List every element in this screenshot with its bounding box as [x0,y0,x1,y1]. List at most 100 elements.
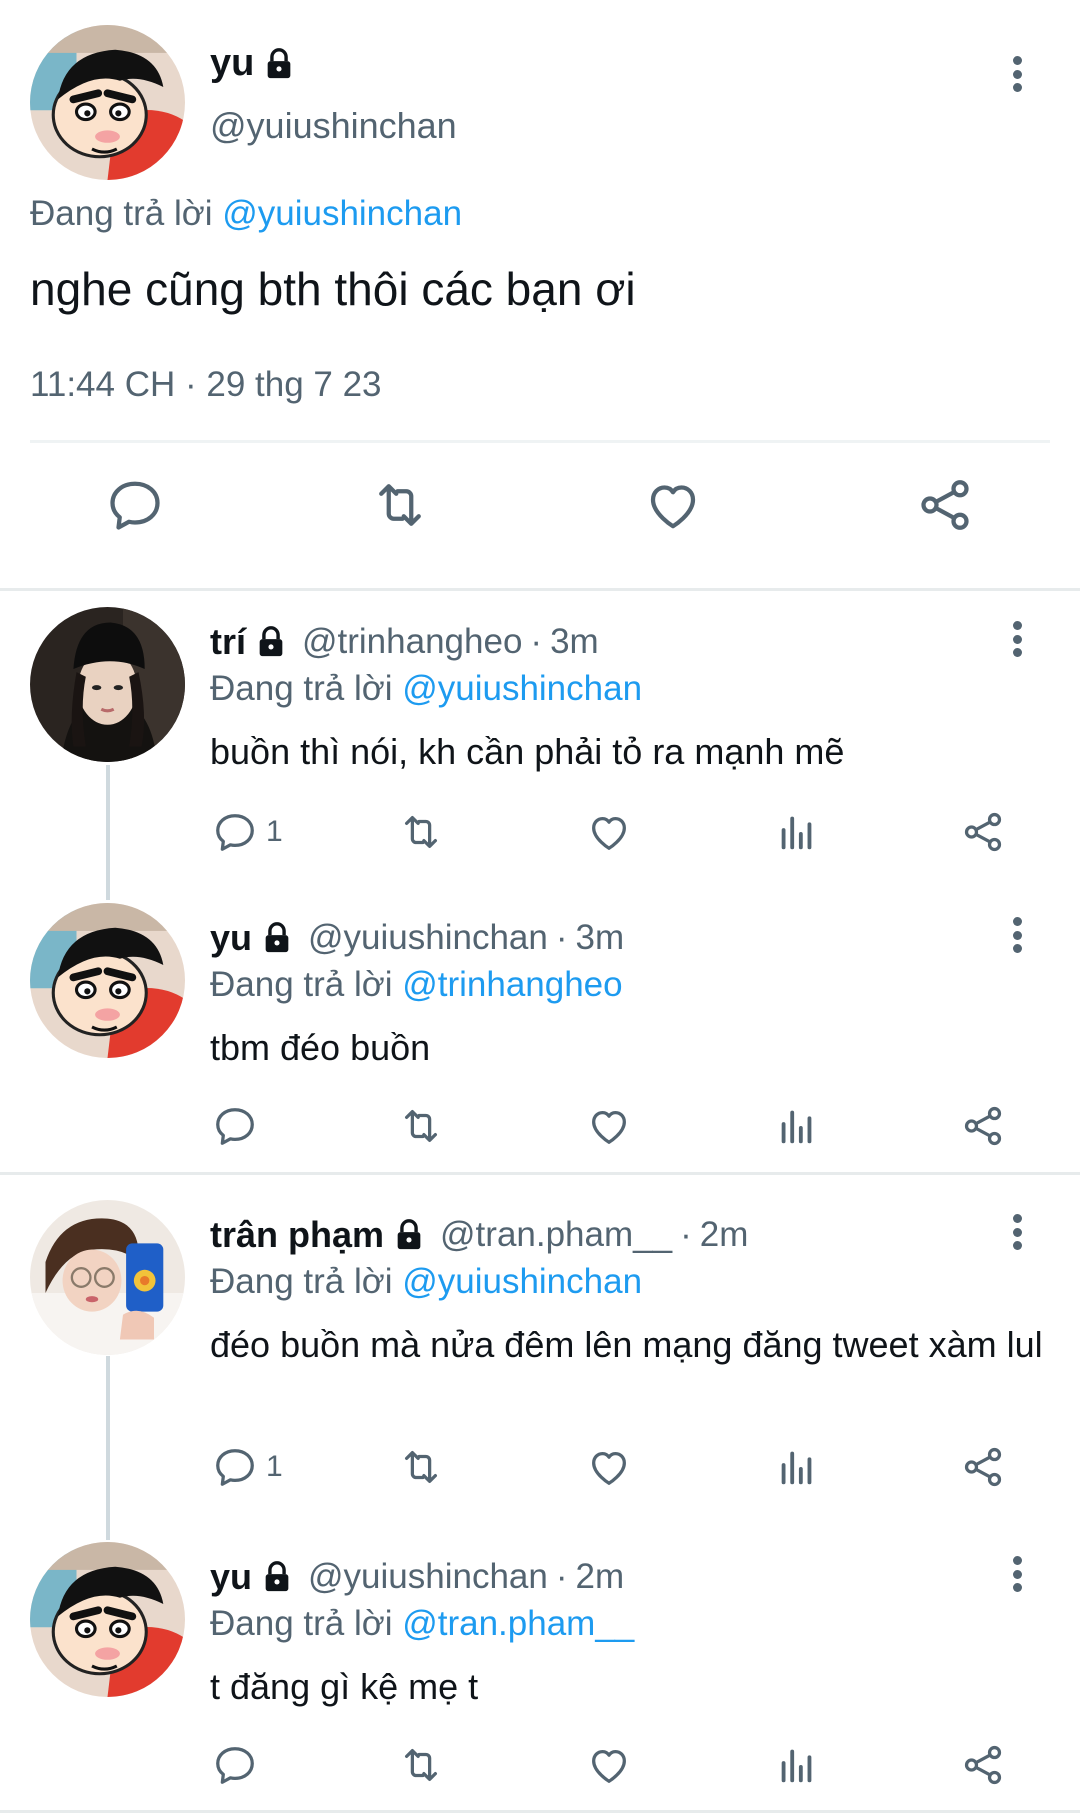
reply-icon [216,814,254,851]
like-icon[interactable] [643,475,703,535]
reply-button[interactable]: 1 [212,807,283,857]
reply-tweet[interactable]: yu @yuiushinchan · 2m Đang trả lời @tran… [0,1542,1080,1802]
more-options-icon[interactable] [1002,913,1032,957]
replying-prefix: Đang trả lời [210,1604,393,1643]
share-icon[interactable] [960,1442,1006,1492]
more-options-icon[interactable] [1002,1552,1032,1596]
tweet-text: t đăng gì kệ mẹ t [210,1666,479,1707]
replying-prefix: Đang trả lời [210,1262,393,1301]
reply-button[interactable] [212,1740,266,1790]
retweet-icon[interactable] [398,1101,444,1151]
handle[interactable]: @yuiushinchan [308,1557,548,1597]
tweet-action-bar: 1 [0,807,1080,857]
views-icon[interactable] [774,807,820,857]
share-icon[interactable] [915,475,975,535]
replying-prefix: Đang trả lời [210,965,393,1004]
handle[interactable]: @tran.pham__ [440,1215,672,1255]
lock-icon [392,1217,426,1253]
shinchan-avatar-image [30,903,185,1058]
share-icon[interactable] [960,807,1006,857]
replying-to-line: Đang trả lời @yuiushinchan [30,194,462,234]
replying-prefix: Đang trả lời [210,669,393,708]
relative-time[interactable]: 2m [576,1557,625,1597]
avatar[interactable] [30,25,185,180]
reply-icon [216,1108,254,1145]
replying-prefix: Đang trả lời [30,194,213,233]
replying-to-line: Đang trả lời @trinhangheo [210,965,623,1005]
replying-to-mention[interactable]: @yuiushinchan [222,194,462,233]
retweet-icon[interactable] [370,475,430,535]
avatar[interactable] [30,1200,185,1355]
relative-time[interactable]: 2m [700,1215,749,1255]
replying-to-line: Đang trả lời @yuiushinchan [210,669,642,709]
views-icon[interactable] [774,1101,820,1151]
avatar[interactable] [30,903,185,1058]
time-separator: · [680,1215,692,1254]
retweet-icon[interactable] [398,1740,444,1790]
retweet-icon[interactable] [398,807,444,857]
lock-icon [262,46,296,82]
tweet-action-bar [0,1101,1080,1151]
more-options-icon[interactable] [1002,617,1032,661]
like-icon[interactable] [586,1442,632,1492]
handle[interactable]: @yuiushinchan [308,918,548,958]
time-separator: · [555,918,568,957]
more-options-icon[interactable] [1002,1210,1032,1254]
girl-beanie-avatar-image [30,607,185,762]
like-icon[interactable] [586,1740,632,1790]
time-separator: · [555,1557,568,1596]
tweet-timestamp[interactable]: 11:44 CH · 29 thg 7 23 [30,365,382,405]
retweet-icon[interactable] [398,1442,444,1492]
views-icon[interactable] [774,1442,820,1492]
lock-icon [260,920,294,956]
handle[interactable]: @yuiushinchan [210,105,457,147]
section-divider [0,1810,1080,1813]
tweet-action-bar [0,475,1080,555]
girl-selfie-avatar-image [30,1200,185,1355]
share-icon[interactable] [960,1740,1006,1790]
reply-header: trân phạm @tran.pham__ · 2m [210,1214,748,1256]
reply-button[interactable]: 1 [212,1442,283,1492]
section-divider [0,1172,1080,1175]
tweet-thread-screen: yu @yuiushinchan Đang trả lời @yuiushinc… [0,0,1080,1815]
main-tweet: yu @yuiushinchan Đang trả lời @yuiushinc… [0,0,1080,588]
like-icon[interactable] [586,807,632,857]
relative-time[interactable]: 3m [550,622,599,662]
reply-button[interactable] [212,1101,266,1151]
reply-icon [216,1449,254,1486]
reply-count: 1 [266,1450,283,1483]
replying-to-mention[interactable]: @yuiushinchan [402,1262,642,1301]
replying-to-mention[interactable]: @yuiushinchan [402,669,642,708]
avatar[interactable] [30,1542,185,1697]
like-icon[interactable] [586,1101,632,1151]
shinchan-avatar-image [30,25,185,180]
replying-to-mention[interactable]: @tran.pham__ [402,1604,634,1643]
views-icon[interactable] [774,1740,820,1790]
tweet-text: nghe cũng bth thôi các bạn ơi [30,263,636,315]
display-name[interactable]: yu [210,1556,252,1598]
replying-to-mention[interactable]: @trinhangheo [402,965,622,1004]
display-name[interactable]: trí [210,621,246,663]
tweet-text: buồn thì nói, kh cần phải tỏ ra mạnh mẽ [210,731,845,772]
section-divider [0,588,1080,591]
display-name[interactable]: yu [210,917,252,959]
avatar[interactable] [30,607,185,762]
share-icon[interactable] [960,1101,1006,1151]
lock-icon [254,624,288,660]
display-name[interactable]: trân phạm [210,1214,384,1256]
relative-time[interactable]: 3m [576,918,625,958]
reply-header: yu @yuiushinchan · 3m [210,917,624,959]
time-separator: · [530,622,543,661]
more-options-icon[interactable] [1002,52,1032,96]
reply-icon[interactable] [105,475,165,535]
divider [30,440,1050,443]
reply-tweet[interactable]: trí @trinhangheo · 3m Đang trả lời @yuiu… [0,607,1080,852]
tweet-action-bar: 1 [0,1442,1080,1492]
shinchan-avatar-image [30,1542,185,1697]
reply-icon [216,1747,254,1784]
reply-header: yu @yuiushinchan · 2m [210,1556,624,1598]
display-name[interactable]: yu [210,42,254,85]
reply-tweet[interactable]: yu @yuiushinchan · 3m Đang trả lời @trin… [0,903,1080,1146]
handle[interactable]: @trinhangheo [302,622,522,662]
reply-tweet[interactable]: trân phạm @tran.pham__ · 2m Đang trả lời… [0,1200,1080,1500]
